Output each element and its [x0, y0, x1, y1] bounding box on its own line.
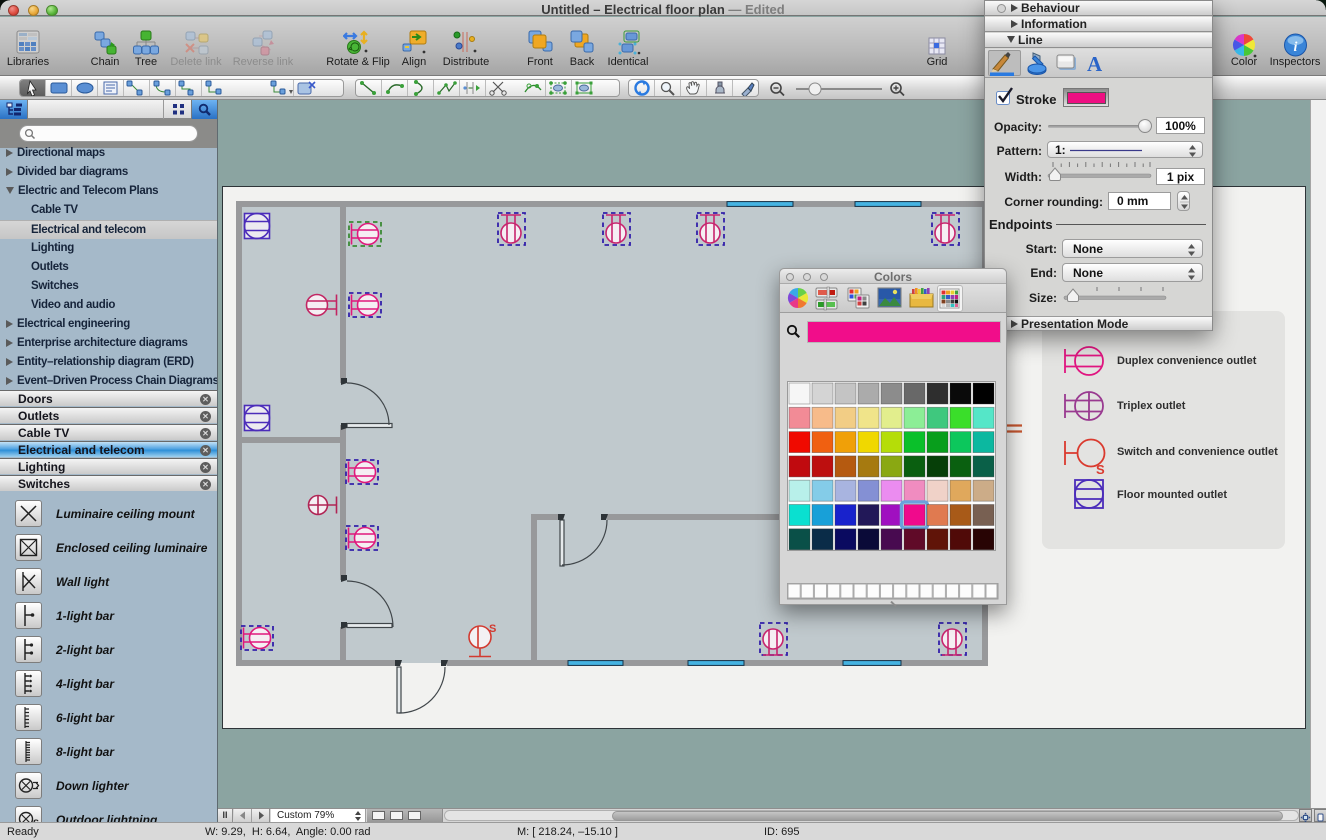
- svg-text:A: A: [1087, 52, 1103, 76]
- svg-text:i: i: [1294, 40, 1298, 55]
- svg-text:S: S: [489, 623, 496, 635]
- svg-text:S: S: [1096, 462, 1105, 477]
